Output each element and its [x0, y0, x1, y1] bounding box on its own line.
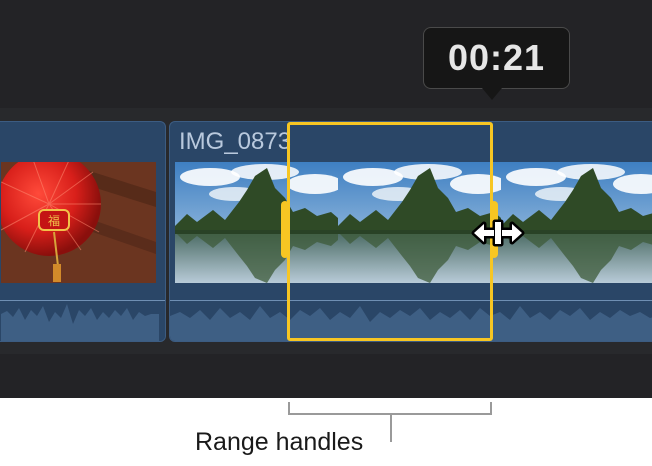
clip-title: IMG_0873	[179, 128, 292, 155]
tooltip-pointer	[482, 88, 502, 100]
clip-left-audio-waveform	[0, 284, 165, 341]
range-handle-left[interactable]	[281, 201, 289, 258]
svg-text:福: 福	[48, 213, 60, 228]
resize-cursor-icon	[471, 219, 525, 247]
timecode-tooltip: 00:21	[423, 27, 570, 89]
callout-caption: Range handles	[195, 428, 364, 456]
timecode-text: 00:21	[447, 37, 546, 78]
clip-left[interactable]: 福	[0, 121, 166, 342]
clip-left-thumbnail: 福	[1, 162, 156, 283]
range-selection[interactable]	[287, 122, 493, 341]
